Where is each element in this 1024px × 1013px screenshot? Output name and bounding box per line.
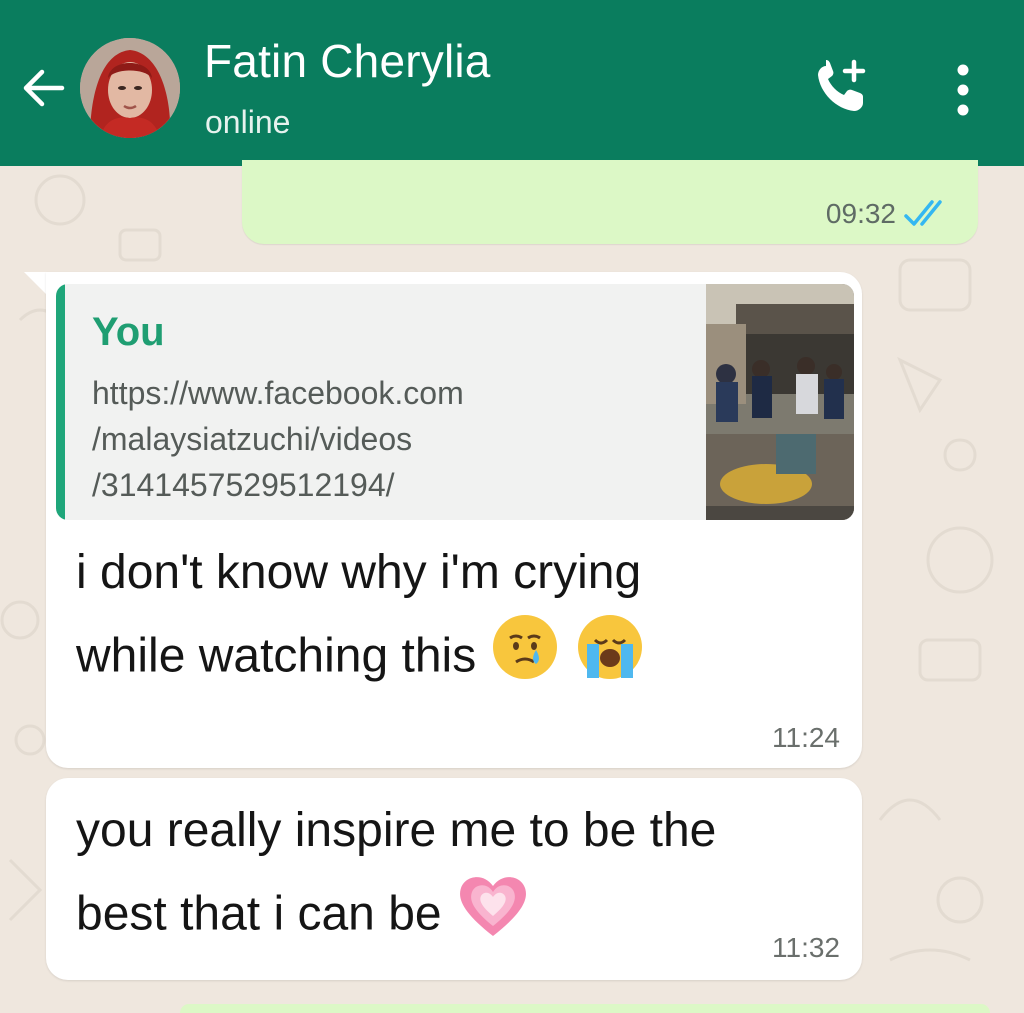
message-time: 11:24 bbox=[772, 722, 840, 753]
pink-heart-emoji bbox=[455, 870, 531, 964]
contact-name[interactable]: Fatin Cherylia bbox=[204, 34, 491, 88]
more-vertical-icon[interactable] bbox=[940, 60, 986, 120]
contact-avatar[interactable] bbox=[80, 38, 180, 138]
loudly-crying-face-emoji bbox=[573, 612, 647, 706]
outgoing-message-bubble-partial[interactable] bbox=[180, 1004, 990, 1013]
double-check-read-icon bbox=[902, 196, 956, 230]
quoted-reply[interactable]: You https://www.facebook.com /malaysiatz… bbox=[56, 284, 854, 520]
add-call-icon[interactable] bbox=[810, 56, 874, 120]
message-time: 11:32 bbox=[772, 932, 840, 963]
message-line: you really inspire me to be the best tha… bbox=[76, 804, 717, 941]
message-text: i don't know why i'm crying while watchi… bbox=[76, 534, 836, 706]
incoming-message-bubble[interactable]: you really inspire me to be the best tha… bbox=[46, 778, 862, 980]
crying-face-emoji bbox=[490, 612, 560, 706]
back-arrow-icon[interactable] bbox=[18, 62, 70, 114]
incoming-message-bubble[interactable]: You https://www.facebook.com /malaysiatz… bbox=[46, 272, 862, 768]
quote-link-text: https://www.facebook.com /malaysiatzuchi… bbox=[92, 375, 464, 503]
message-text: you really inspire me to be the best tha… bbox=[76, 792, 856, 964]
quote-accent-bar bbox=[56, 284, 65, 520]
outgoing-message-bubble[interactable]: 09:32 bbox=[242, 160, 978, 244]
chat-header: Fatin Cherylia online bbox=[0, 0, 1024, 166]
video-thumbnail[interactable] bbox=[706, 284, 854, 520]
contact-status: online bbox=[205, 104, 291, 140]
message-time: 09:32 bbox=[825, 198, 896, 229]
quote-author: You bbox=[92, 310, 165, 354]
